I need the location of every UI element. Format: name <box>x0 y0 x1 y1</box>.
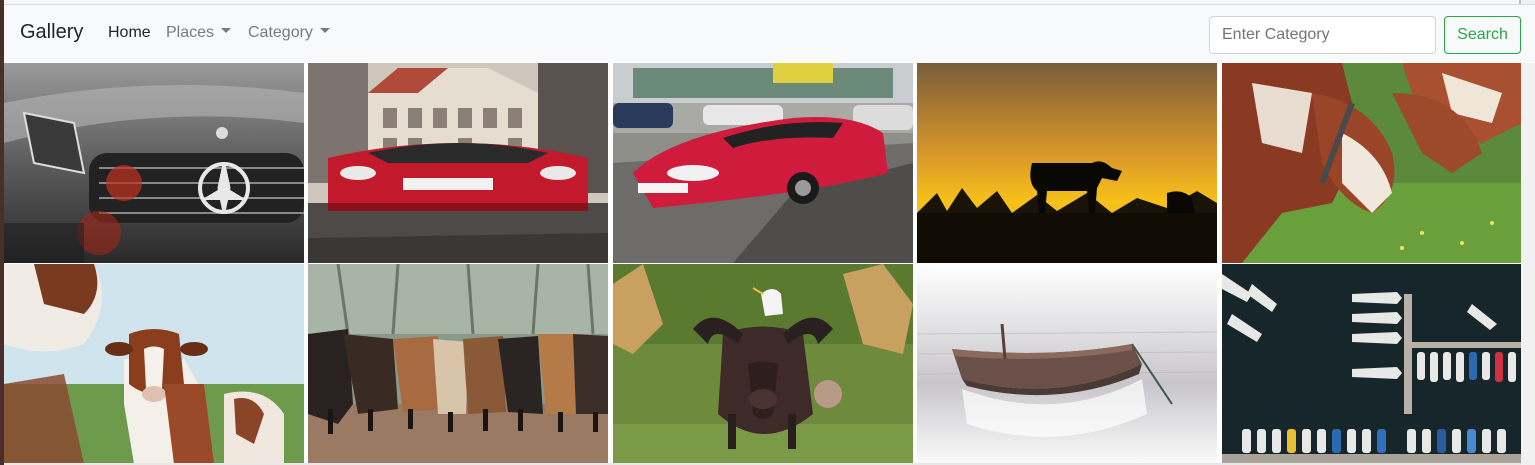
gallery-image[interactable] <box>308 264 608 464</box>
caret-down-icon <box>319 28 330 34</box>
search-button[interactable]: Search <box>1444 16 1521 54</box>
cattle-herd-image <box>308 264 608 464</box>
nav-label-places: Places <box>166 24 215 41</box>
nav-dropdown-category[interactable]: Category <box>248 24 330 42</box>
navbar: Gallery Home Places Category Search <box>4 5 1535 62</box>
boat-image <box>917 264 1217 464</box>
nav-dropdown-places[interactable]: Places <box>166 24 232 42</box>
gallery-image[interactable] <box>308 63 608 263</box>
car-image <box>4 63 304 263</box>
car-image <box>613 63 913 263</box>
caret-down-icon <box>221 28 232 34</box>
page: Gallery Home Places Category Search <box>4 0 1535 465</box>
page-scrollbar[interactable] <box>1521 63 1535 465</box>
gallery-image[interactable] <box>613 264 913 464</box>
buffalo-image <box>613 264 913 464</box>
gallery-image[interactable] <box>1222 264 1522 464</box>
cows-grazing-image <box>1222 63 1522 263</box>
gallery-image[interactable] <box>1222 63 1522 263</box>
calf-image <box>4 264 304 464</box>
image-gallery <box>4 63 1535 465</box>
marina-image <box>1222 264 1522 464</box>
car-image <box>308 63 608 263</box>
category-search-input[interactable] <box>1209 16 1436 54</box>
gallery-image[interactable] <box>4 63 304 263</box>
gallery-image[interactable] <box>917 264 1217 464</box>
gallery-image[interactable] <box>917 63 1217 263</box>
cow-silhouette-image <box>917 63 1217 263</box>
nav-link-home[interactable]: Home <box>108 24 151 42</box>
nav-label-category: Category <box>248 24 313 41</box>
navbar-brand[interactable]: Gallery <box>20 21 83 44</box>
gallery-image[interactable] <box>4 264 304 464</box>
gallery-image[interactable] <box>613 63 913 263</box>
